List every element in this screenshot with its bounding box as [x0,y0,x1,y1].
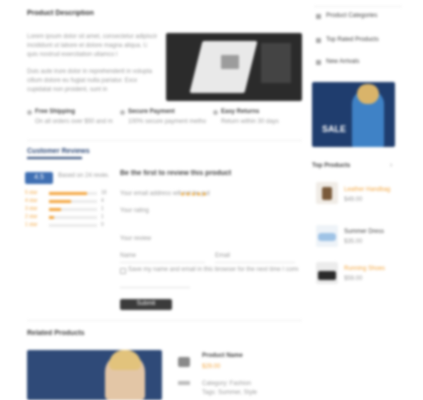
email-placeholder: Email [215,253,231,259]
rating-row-bar [49,200,97,203]
feature-text: On all orders over $50 and more [35,119,113,125]
rating-row-count: 1 [101,214,104,220]
sidebar-link[interactable]: New Arrivals [326,58,381,66]
related-product-meta: Tags: Summer, Style [202,390,258,396]
sidebar-product-image[interactable] [316,182,338,204]
new-icon [316,60,321,65]
rating-row-label: 2 star [25,214,38,220]
rating-row-label: 3 star [25,206,38,212]
related-product-name[interactable]: Product Name [202,352,262,360]
comment-label: Your review [120,236,152,242]
feature-title: Free Shipping [35,109,76,115]
lock-icon [120,110,125,115]
related-product-meta: Category: Fashion [202,381,252,387]
rating-row-bar [49,208,97,211]
feature-text: Return within 30 days [221,119,279,125]
sidebar-link[interactable]: Product Categories [326,12,396,20]
sidebar-product-image[interactable] [316,225,338,247]
rating-row-fill [49,192,88,195]
sidebar-product-image[interactable] [316,262,338,284]
rating-row-bar [49,224,97,227]
name-field[interactable]: Name [120,252,205,263]
rating-row-fill [49,216,54,219]
sidebar-link[interactable]: Top Rated Products [326,36,386,44]
description-line: incididunt ut labore et dolore magna ali… [27,43,147,49]
feature-title: Secure Payment [128,109,175,115]
name-placeholder: Name [120,253,137,259]
feature-text: 100% secure payment methods [128,119,206,125]
rating-row-count: 4 [101,198,104,204]
banner-text: SALE [322,124,347,134]
sidebar-product-name[interactable]: Running Shoes [344,265,394,273]
shipping-icon [27,110,32,115]
sidebar-banner[interactable]: SALE [312,82,395,147]
submit-button[interactable]: Submit [120,299,172,310]
description-line: Duis aute irure dolor in reprehenderit i… [27,69,152,75]
rating-label: Your rating [120,208,149,214]
rating-breakdown: 5 star 18 4 star 4 3 star 1 2 star 1 1 star 0 [25,190,110,232]
review-form-title: Be the first to review this product [120,170,232,177]
product-image [166,33,302,101]
average-rating-badge: 4.5 [25,172,53,184]
star-icon [316,38,321,43]
sidebar-product-price: $59.00 [344,276,363,282]
save-info-checkbox[interactable] [120,268,126,274]
camera-icon [178,357,190,367]
sidebar-product-price: $49.00 [344,197,363,203]
return-icon [213,110,218,115]
rating-stars[interactable]: ★★★★★ [180,192,207,198]
chevron-right-icon[interactable]: › [390,162,396,169]
rating-row-count: 18 [101,190,107,196]
feature-title: Easy Returns [221,109,260,115]
sidebar-product-price: $35.00 [344,239,363,245]
features-row: Free Shipping On all orders over $50 and… [27,108,302,134]
related-product-price: $29.00 [202,364,221,370]
rating-row-label: 4 star [25,198,38,204]
related-product-image[interactable] [27,350,162,400]
sidebar-products-title: Top Products [312,163,351,169]
rating-row-bar [49,192,97,195]
rating-row-label: 1 star [25,222,38,228]
section-title: Product Description [27,10,94,17]
related-title: Related Products [27,330,85,337]
email-field[interactable]: Email [215,252,295,263]
description-line: quis nostrud exercitation ullamco labori… [27,52,117,58]
description-line: cillum dolore eu fugiat nulla pariatur. … [27,78,137,84]
save-info-label: Save my name and email in this browser f… [128,267,298,273]
rating-row-fill [49,200,71,203]
review-count: Based on 24 reviews [58,173,108,179]
rating-row-fill [49,208,61,211]
rating-row-count: 1 [101,206,104,212]
description-line: Lorem ipsum dolor sit amet, consectetur … [27,34,157,40]
sidebar-product-name[interactable]: Leather Handbag [344,186,394,194]
rating-row-bar [49,216,97,219]
tag-icon [178,381,190,385]
rating-row-label: 5 star [25,190,38,196]
reviews-title: Customer Reviews [27,148,90,155]
rating-row-count: 0 [101,222,104,228]
description-line: cupidatat non proident, sunt in culpa qu… [27,87,107,93]
category-icon [316,14,321,19]
sidebar-product-name[interactable]: Summer Dress [344,228,394,236]
